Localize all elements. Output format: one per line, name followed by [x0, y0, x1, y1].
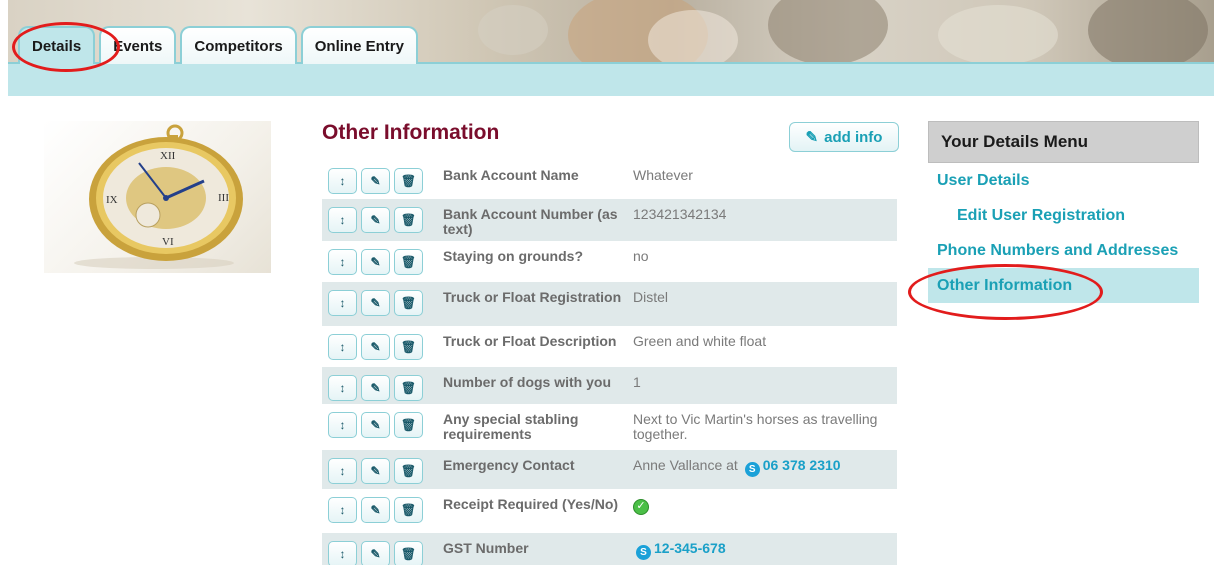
- move-icon[interactable]: ↕: [328, 497, 357, 523]
- row-value: Green and white float: [633, 333, 767, 349]
- check-icon: ✓: [633, 498, 649, 515]
- tab-online-entry[interactable]: Online Entry: [300, 26, 418, 64]
- side-menu-title: Your Details Menu: [928, 121, 1199, 163]
- svg-text:IX: IX: [106, 194, 118, 206]
- move-icon[interactable]: ↕: [328, 334, 357, 360]
- pocket-watch-image: XII III IX VI: [44, 121, 271, 273]
- table-row: ↕ ✎ 🗑 Emergency Contact Anne Vallance at S…: [322, 450, 897, 489]
- table-row: ↕ ✎ 🗑 Number of dogs with you 1: [322, 367, 897, 404]
- skype-icon[interactable]: S: [636, 545, 651, 560]
- table-row: ↕ ✎ 🗑 Truck or Float Registration Distel: [322, 282, 897, 326]
- move-icon[interactable]: ↕: [328, 249, 357, 275]
- tab-competitors[interactable]: Competitors: [180, 26, 297, 64]
- edit-icon[interactable]: ✎: [361, 458, 390, 484]
- table-row: ↕ ✎ 🗑 Bank Account Number (as text) 123421…: [322, 199, 897, 241]
- skype-icon[interactable]: S: [744, 462, 760, 477]
- table-row: ↕ ✎ 🗑 GST Number S 12-345-678: [322, 533, 897, 565]
- trash-icon[interactable]: 🗑: [394, 290, 423, 316]
- row-label: Truck or Float Description: [443, 333, 617, 349]
- edit-icon[interactable]: ✎: [361, 207, 390, 233]
- row-value: Next to Vic Martin's horses as travellin…: [633, 411, 878, 442]
- row-label: Bank Account Name: [443, 167, 579, 183]
- move-icon[interactable]: ↕: [328, 412, 357, 438]
- svg-text:III: III: [218, 192, 229, 204]
- edit-icon[interactable]: ✎: [361, 249, 390, 275]
- row-label: GST Number: [443, 540, 529, 556]
- trash-icon[interactable]: 🗑: [394, 497, 423, 523]
- row-value: 123421342134: [633, 206, 727, 222]
- move-icon[interactable]: ↕: [328, 458, 357, 484]
- page: Details Events Competitors Online Entry …: [0, 0, 1214, 565]
- svg-text:XII: XII: [160, 150, 176, 162]
- table-row: ↕ ✎ 🗑 Truck or Float Description Green and…: [322, 326, 897, 367]
- row-label: Staying on grounds?: [443, 248, 583, 264]
- row-label: Number of dogs with you: [443, 374, 611, 390]
- row-value: S 12-345-678: [633, 533, 897, 565]
- table-row: ↕ ✎ 🗑 Bank Account Name Whatever: [322, 160, 897, 199]
- table-row: ↕ ✎ 🗑 Receipt Required (Yes/No) ✓: [322, 489, 897, 533]
- gst-number-link[interactable]: 12-345-678: [654, 540, 726, 556]
- move-icon[interactable]: ↕: [328, 290, 357, 316]
- edit-icon[interactable]: ✎: [361, 290, 390, 316]
- trash-icon[interactable]: 🗑: [394, 249, 423, 275]
- move-icon[interactable]: ↕: [328, 168, 357, 194]
- add-info-label: add info: [824, 128, 883, 146]
- pencil-icon: ✎: [805, 129, 819, 146]
- side-menu-other-information[interactable]: Other Information: [928, 268, 1199, 303]
- other-information-table: ↕ ✎ 🗑 Bank Account Name Whatever ↕ ✎ 🗑 Bank …: [322, 160, 897, 565]
- phone-link[interactable]: 06 378 2310: [763, 457, 841, 473]
- emergency-contact-name: Anne Vallance at: [633, 457, 738, 473]
- row-value: Whatever: [633, 167, 693, 183]
- edit-icon[interactable]: ✎: [361, 497, 390, 523]
- side-menu-user-details[interactable]: User Details: [928, 163, 1199, 198]
- trash-icon[interactable]: 🗑: [394, 412, 423, 438]
- side-menu-phone-numbers-addresses[interactable]: Phone Numbers and Addresses: [928, 233, 1199, 268]
- trash-icon[interactable]: 🗑: [394, 334, 423, 360]
- row-value: ✓: [633, 489, 897, 533]
- edit-icon[interactable]: ✎: [361, 541, 390, 565]
- row-label: Bank Account Number (as text): [443, 206, 618, 237]
- trash-icon[interactable]: 🗑: [394, 207, 423, 233]
- tab-strip: [8, 62, 1214, 96]
- edit-icon[interactable]: ✎: [361, 168, 390, 194]
- move-icon[interactable]: ↕: [328, 541, 357, 565]
- trash-icon[interactable]: 🗑: [394, 168, 423, 194]
- tab-events[interactable]: Events: [99, 26, 177, 64]
- main-tabs: Details Events Competitors Online Entry: [18, 26, 418, 64]
- edit-icon[interactable]: ✎: [361, 375, 390, 401]
- row-value: no: [633, 248, 649, 264]
- move-icon[interactable]: ↕: [328, 207, 357, 233]
- row-label: Truck or Float Registration: [443, 289, 622, 305]
- tab-details[interactable]: Details: [18, 26, 96, 64]
- row-value: Anne Vallance at S 06 378 2310: [633, 450, 897, 489]
- details-side-menu: Your Details Menu User Details Edit User…: [928, 121, 1199, 303]
- edit-icon[interactable]: ✎: [361, 334, 390, 360]
- row-value: 1: [633, 374, 641, 390]
- row-label: Any special stabling requirements: [443, 411, 579, 442]
- add-info-button[interactable]: ✎ add info: [789, 122, 899, 152]
- row-label: Emergency Contact: [443, 457, 575, 473]
- trash-icon[interactable]: 🗑: [394, 375, 423, 401]
- move-icon[interactable]: ↕: [328, 375, 357, 401]
- edit-icon[interactable]: ✎: [361, 412, 390, 438]
- trash-icon[interactable]: 🗑: [394, 458, 423, 484]
- row-label: Receipt Required (Yes/No): [443, 496, 619, 512]
- table-row: ↕ ✎ 🗑 Staying on grounds? no: [322, 241, 897, 282]
- side-menu-edit-user-registration[interactable]: Edit User Registration: [928, 198, 1199, 233]
- row-value: Distel: [633, 289, 669, 305]
- svg-text:VI: VI: [162, 236, 174, 248]
- trash-icon[interactable]: 🗑: [394, 541, 423, 565]
- page-title: Other Information: [322, 121, 500, 144]
- table-row: ↕ ✎ 🗑 Any special stabling requirements Ne…: [322, 404, 897, 450]
